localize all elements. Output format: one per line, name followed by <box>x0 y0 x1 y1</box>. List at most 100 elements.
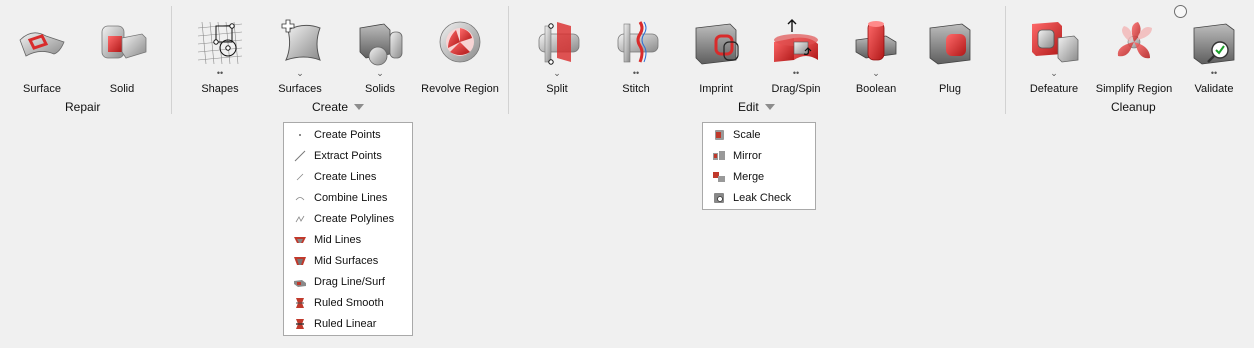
scale-icon <box>711 128 727 142</box>
tool-label: Solids <box>365 83 395 95</box>
imprint-icon <box>688 16 744 68</box>
solid-repair-button[interactable]: Solid <box>82 16 162 95</box>
tool-label: Solid <box>109 83 135 95</box>
menu-item-label: Scale <box>733 128 761 141</box>
separator <box>1005 6 1006 114</box>
dropdown-triangle-icon <box>764 104 775 110</box>
leak-check-icon <box>711 191 727 205</box>
tool-label: Shapes <box>201 83 239 95</box>
solid-repair-icon <box>94 16 150 68</box>
create-menu: Create Points Extract Points Create Line… <box>283 122 413 336</box>
menu-item-label: Extract Points <box>314 149 382 162</box>
menu-item-label: Leak Check <box>733 191 792 204</box>
point-icon <box>292 128 308 142</box>
revolve-region-icon <box>432 16 488 68</box>
menu-item-label: Create Points <box>314 128 381 141</box>
ruled-smooth-icon <box>292 296 308 310</box>
surfaces-button[interactable]: ⌄ Surfaces <box>260 16 340 95</box>
tool-marker: •• <box>216 68 224 78</box>
solids-icon <box>352 16 408 68</box>
menu-item-leak-check[interactable]: Leak Check <box>703 187 815 208</box>
menu-item-label: Combine Lines <box>314 191 388 204</box>
menu-item-mid-lines[interactable]: Mid Lines <box>284 229 412 250</box>
split-button[interactable]: ⌄ Split <box>517 16 597 95</box>
tool-marker: ⌄ <box>553 68 561 78</box>
tool-marker: •• <box>792 68 800 78</box>
menu-item-ruled-linear[interactable]: Ruled Linear <box>284 313 412 334</box>
validate-button[interactable]: •• Validate <box>1174 16 1254 95</box>
tool-label: Plug <box>938 83 962 95</box>
revolve-region-button[interactable]: Revolve Region <box>420 16 500 95</box>
simplify-region-button[interactable]: Simplify Region <box>1094 16 1174 95</box>
tool-label: Drag/Spin <box>771 83 821 95</box>
tool-label: Split <box>546 83 568 95</box>
tool-label: Boolean <box>855 83 897 95</box>
solids-button[interactable]: ⌄ Solids <box>340 16 420 95</box>
separator <box>171 6 172 114</box>
menu-item-drag-line-surf[interactable]: Drag Line/Surf <box>284 271 412 292</box>
split-icon <box>529 16 585 68</box>
menu-item-label: Ruled Smooth <box>314 296 384 309</box>
edit-menu: Scale Mirror Merge Leak Check <box>702 122 816 210</box>
menu-item-label: Create Polylines <box>314 212 395 225</box>
defeature-icon <box>1026 16 1082 68</box>
tool-label: Defeature <box>1029 83 1079 95</box>
menu-item-create-points[interactable]: Create Points <box>284 124 412 145</box>
stitch-button[interactable]: •• Stitch <box>596 16 676 95</box>
menu-item-merge[interactable]: Merge <box>703 166 815 187</box>
menu-item-create-lines[interactable]: Create Lines <box>284 166 412 187</box>
mid-surfaces-icon <box>292 254 308 268</box>
drag-spin-button[interactable]: •• Drag/Spin <box>756 16 836 95</box>
menu-item-create-polylines[interactable]: Create Polylines <box>284 208 412 229</box>
tool-label: Simplify Region <box>1095 83 1173 95</box>
group-title: Create <box>312 100 349 114</box>
tool-label: Revolve Region <box>421 83 499 95</box>
menu-item-extract-points[interactable]: Extract Points <box>284 145 412 166</box>
menu-item-ruled-smooth[interactable]: Ruled Smooth <box>284 292 412 313</box>
surface-repair-button[interactable]: Surface <box>2 16 82 95</box>
defeature-button[interactable]: ⌄ Defeature <box>1014 16 1094 95</box>
combine-lines-icon <box>292 191 308 205</box>
group-create-dropdown[interactable]: Create <box>312 100 365 114</box>
menu-item-label: Create Lines <box>314 170 377 183</box>
menu-item-label: Ruled Linear <box>314 317 377 330</box>
menu-item-label: Mirror <box>733 149 762 162</box>
imprint-button[interactable]: Imprint <box>676 16 756 95</box>
menu-item-label: Drag Line/Surf <box>314 275 385 288</box>
menu-item-label: Mid Lines <box>314 233 362 246</box>
tool-label: Surfaces <box>278 83 322 95</box>
tool-marker: ⌄ <box>1050 68 1058 78</box>
ruled-linear-icon <box>292 317 308 331</box>
menu-item-mirror[interactable]: Mirror <box>703 145 815 166</box>
tool-marker: •• <box>632 68 640 78</box>
menu-item-label: Merge <box>733 170 765 183</box>
group-title: Edit <box>738 100 759 114</box>
merge-icon <box>711 170 727 184</box>
dropdown-triangle-icon <box>354 104 365 110</box>
group-title: Cleanup <box>1111 100 1156 114</box>
mid-lines-icon <box>292 233 308 247</box>
stitch-icon <box>608 16 664 68</box>
boolean-icon <box>848 16 904 68</box>
tool-marker: ⌄ <box>376 68 384 78</box>
plug-button[interactable]: Plug <box>910 16 990 95</box>
simplify-region-icon <box>1106 16 1162 68</box>
menu-item-combine-lines[interactable]: Combine Lines <box>284 187 412 208</box>
plug-icon <box>922 16 978 68</box>
group-cleanup-label: Cleanup <box>1111 100 1156 114</box>
surfaces-icon <box>272 16 328 68</box>
menu-item-mid-surfaces[interactable]: Mid Surfaces <box>284 250 412 271</box>
shapes-button[interactable]: •• Shapes <box>180 16 260 95</box>
boolean-button[interactable]: ⌄ Boolean <box>836 16 916 95</box>
polyline-icon <box>292 212 308 226</box>
tool-marker: •• <box>1210 68 1218 78</box>
tool-label: Stitch <box>622 83 650 95</box>
group-edit-dropdown[interactable]: Edit <box>738 100 775 114</box>
tool-label: Imprint <box>699 83 733 95</box>
tool-marker: ⌄ <box>296 68 304 78</box>
menu-item-scale[interactable]: Scale <box>703 124 815 145</box>
mirror-icon <box>711 149 727 163</box>
shapes-icon <box>192 16 248 68</box>
tool-label: Validate <box>1194 83 1234 95</box>
validate-icon <box>1186 16 1242 68</box>
